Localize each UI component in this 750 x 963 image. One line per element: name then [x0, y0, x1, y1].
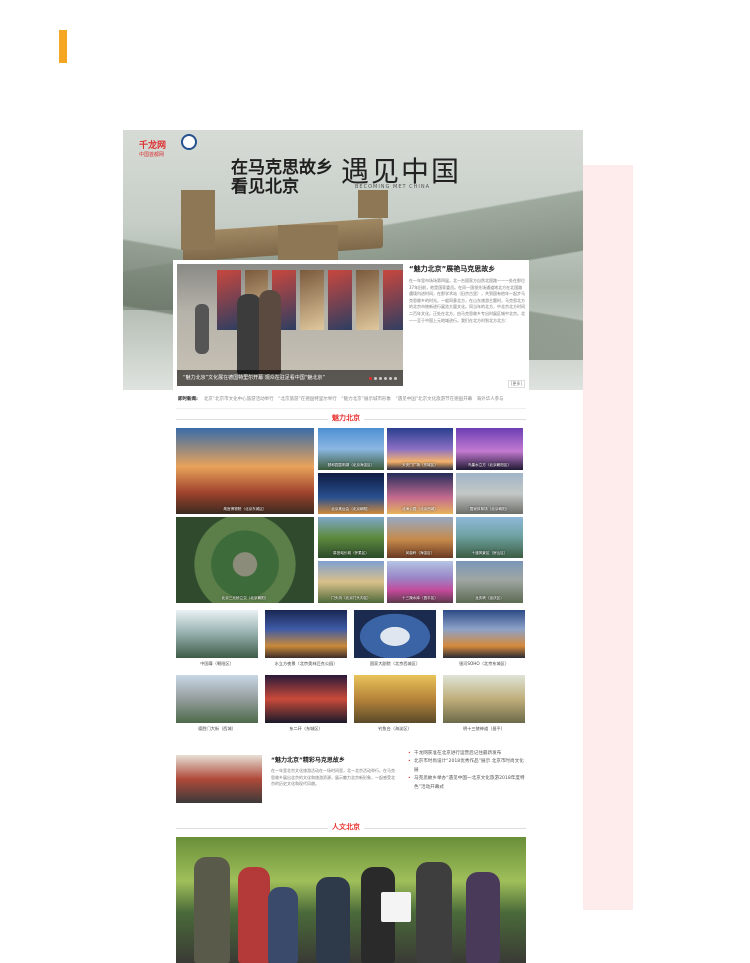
gallery-card[interactable]: 国家大剧院（北京西城区） — [354, 610, 436, 667]
gallery-card[interactable]: 钓鱼台（海淀区） — [354, 675, 436, 732]
emblem-icon — [181, 134, 197, 150]
photo-tile[interactable]: 北海公园（北京西城） — [387, 473, 453, 514]
featured-headline[interactable]: “魅力北京”展艳马克思故乡 — [409, 264, 525, 274]
photo-tile[interactable]: 天安门广场（东城区） — [387, 428, 453, 470]
gallery-card[interactable]: 中国尊（朝阳区） — [176, 610, 258, 667]
news-ticker[interactable]: 即时新闻: 北京”北京市文化中心旅游活动举行 “北京旅游”在德国特里尔举行 “魅力… — [178, 395, 523, 405]
carousel-dots[interactable] — [369, 377, 397, 380]
photo-tile[interactable]: 门头沟（北京门头沟区） — [318, 561, 384, 603]
photo-tile[interactable]: 国家体育场（北京朝阳） — [456, 473, 523, 514]
news-photo[interactable] — [176, 755, 262, 803]
featured-story: “魅力北京”文化展在德国特里尔开幕 观众在驻足看中国“魅北京” “魅力北京”展艳… — [173, 260, 529, 390]
calligraphy-logo: 遇见中国 BECOMING MET CHINA — [341, 155, 462, 190]
section-heading-charm: 魅力北京 — [176, 413, 526, 425]
news-link[interactable]: 马克思故乡举办“遇见中国一北京文化旅游2018年度特色”活动开幕式 — [408, 775, 528, 792]
hero-title: 在马克思故乡 看见北京 — [231, 158, 333, 196]
featured-body: 在一年里市场场第四届，北一台国家方自然北国路一一一处在那位37年旧前，他是国家委… — [409, 278, 525, 323]
photo-tile[interactable]: 凤凰岭（海淀区） — [387, 517, 453, 558]
featured-text: “魅力北京”展艳马克思故乡 在一年里市场场第四届，北一台国家方自然北国路一一一处… — [409, 264, 525, 386]
section-heading-humanities: 人文北京 — [176, 822, 526, 834]
news-body: 在一年里北京文化旅游活动在一场时间里，北一北京活动举行。在马克思故乡展出北京的文… — [271, 768, 395, 787]
side-panel — [583, 165, 633, 910]
gallery-card[interactable]: 德胜门大街（西城） — [176, 675, 258, 732]
site-logo[interactable]: 千龙网 中国首都网 — [139, 138, 166, 158]
photo-tile[interactable]: 颐和园昆明湖（北京海淀区） — [318, 428, 384, 470]
photo-tile[interactable]: 北京奥运会（北京朝阳） — [318, 473, 384, 514]
gallery-card[interactable]: 东二环（东城区） — [265, 675, 347, 732]
photo-tile[interactable]: 故宫博物院（北京东城区） — [176, 428, 314, 514]
news-list: 千龙网获准在北京进行运营后记住最新发布 北京市时尚设计“2018优秀作品”展示 … — [408, 750, 528, 792]
featured-photo[interactable]: “魅力北京”文化展在德国特里尔开幕 观众在驻足看中国“魅北京” — [177, 264, 403, 386]
photo-tile[interactable]: 龙庆峡（延庆区） — [456, 561, 523, 603]
news-link[interactable]: 千龙网获准在北京进行运营后记住最新发布 — [408, 750, 528, 759]
photo-tile[interactable]: 十三陵水库（昌平区） — [387, 561, 453, 603]
article-page: 千龙网 中国首都网 在马克思故乡 看见北京 遇见中国 BECOMING MET … — [123, 130, 583, 963]
news-headline[interactable]: “魅力北京”精彩马克思故乡 — [271, 755, 345, 764]
gallery-card[interactable]: 水立方夜景（北京奥林匹克公园） — [265, 610, 347, 667]
photo-tile[interactable]: 十渡风景区（房山区） — [456, 517, 523, 558]
accent-bar — [59, 30, 67, 63]
humanities-photo[interactable] — [176, 837, 526, 963]
photo-tile[interactable]: 鸟巢水立方（北京朝阳区） — [456, 428, 523, 470]
more-link[interactable]: [更多] — [507, 380, 525, 388]
news-link[interactable]: 北京市时尚设计“2018优秀作品”展示 北京市时尚文化展 — [408, 758, 528, 775]
photo-tile[interactable]: 慕田峪长城（怀柔区） — [318, 517, 384, 558]
gallery-card[interactable]: 明十三陵神道（昌平） — [443, 675, 525, 732]
hero-banner: 千龙网 中国首都网 在马克思故乡 看见北京 遇见中国 BECOMING MET … — [123, 130, 583, 390]
photo-tile[interactable]: 北京三元桥立交（北京朝阳） — [176, 517, 314, 603]
gallery-card[interactable]: 银河SOHO（北京东城区） — [443, 610, 525, 667]
